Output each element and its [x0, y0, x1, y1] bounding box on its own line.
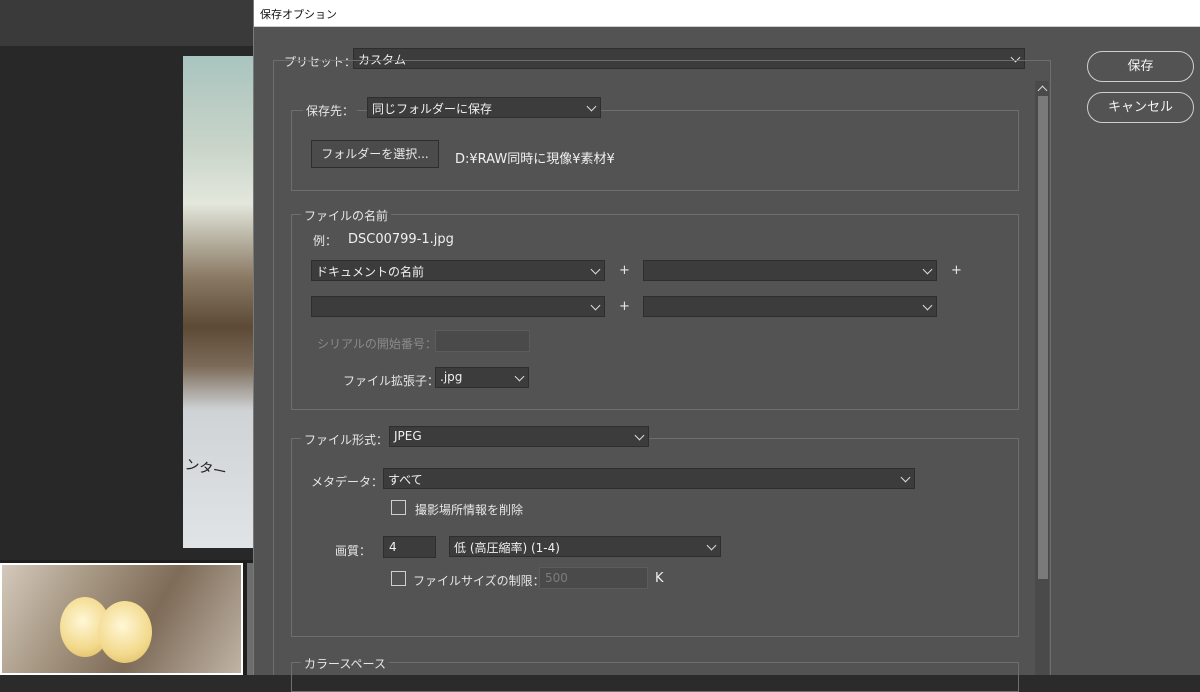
quality-input[interactable]: 4	[383, 536, 436, 558]
file-format-label: ファイル形式：	[301, 431, 392, 448]
limit-file-size-label: ファイルサイズの制限：	[413, 574, 545, 588]
limit-file-size-input[interactable]: 500	[539, 567, 648, 589]
file-extension-value: .jpg	[440, 370, 463, 384]
filename-part-4-select[interactable]	[643, 296, 937, 317]
save-path: D:¥RAW同時に現像¥素材¥	[455, 152, 615, 167]
plus-sign: +	[619, 263, 630, 278]
chevron-down-icon	[590, 300, 601, 311]
example-filename: DSC00799-1.jpg	[348, 232, 454, 247]
filmstrip	[0, 560, 255, 675]
chevron-down-icon	[922, 264, 933, 275]
quality-label: 画質：	[335, 544, 372, 558]
preview-image-text: ンター	[183, 456, 228, 482]
quality-preset-select[interactable]: 低 (高圧縮率) (1-4)	[449, 536, 721, 557]
dialog-title: 保存オプション	[260, 8, 337, 21]
color-space-legend: カラースペース	[301, 655, 389, 672]
serial-start-input[interactable]	[435, 330, 530, 352]
color-space-group	[291, 662, 1019, 692]
chevron-down-icon	[586, 101, 597, 112]
filename-part-1-select[interactable]: ドキュメントの名前	[311, 260, 605, 281]
remove-location-label: 撮影場所情報を削除	[415, 503, 524, 517]
save-to-select[interactable]: 同じフォルダーに保存	[367, 97, 601, 118]
choose-folder-button[interactable]: フォルダーを選択...	[311, 140, 439, 168]
chevron-down-icon	[590, 264, 601, 275]
limit-file-size-checkbox[interactable]	[391, 571, 406, 586]
plus-sign: +	[619, 299, 630, 314]
metadata-select[interactable]: すべて	[383, 468, 915, 489]
file-extension-label: ファイル拡張子：	[343, 374, 440, 388]
dialog-titlebar[interactable]: 保存オプション	[254, 0, 1200, 27]
filename-part-1-value: ドキュメントの名前	[316, 265, 425, 279]
plus-sign: +	[951, 263, 962, 278]
save-to-label: 保存先：	[303, 102, 358, 119]
metadata-value: すべて	[388, 473, 423, 487]
metadata-label: メタデータ：	[311, 475, 384, 489]
chevron-down-icon	[922, 300, 933, 311]
cancel-button[interactable]: キャンセル	[1087, 92, 1194, 123]
chevron-down-icon	[634, 430, 645, 441]
thumbnail-selected[interactable]	[0, 563, 243, 675]
scroll-up-arrow-icon[interactable]	[1037, 83, 1047, 93]
remove-location-checkbox[interactable]	[391, 500, 406, 515]
save-to-value: 同じフォルダーに保存	[372, 102, 493, 116]
preview-image: ンター	[183, 56, 255, 548]
save-options-dialog: 保存オプション プリセット： カスタム 保存 キャンセル 保存先： 同じフォルダ…	[253, 0, 1200, 692]
file-format-value: JPEG	[394, 429, 422, 443]
file-extension-select[interactable]: .jpg	[435, 367, 529, 388]
quality-preset-value: 低 (高圧縮率) (1-4)	[454, 541, 560, 555]
chevron-down-icon	[706, 540, 717, 551]
app-toolbar-area	[0, 0, 255, 46]
filename-part-3-select[interactable]	[311, 296, 605, 317]
thumbnail-chick-right	[98, 601, 152, 663]
file-name-legend: ファイルの名前	[301, 207, 392, 224]
filename-part-2-select[interactable]	[643, 260, 937, 281]
limit-file-size-unit: K	[655, 571, 664, 586]
chevron-down-icon	[514, 371, 525, 382]
save-button[interactable]: 保存	[1087, 51, 1194, 82]
file-format-select[interactable]: JPEG	[389, 426, 649, 447]
serial-start-label: シリアルの開始番号：	[317, 337, 437, 351]
example-label: 例：	[313, 234, 338, 248]
chevron-down-icon	[900, 472, 911, 483]
scrollbar-thumb[interactable]	[1038, 96, 1048, 579]
